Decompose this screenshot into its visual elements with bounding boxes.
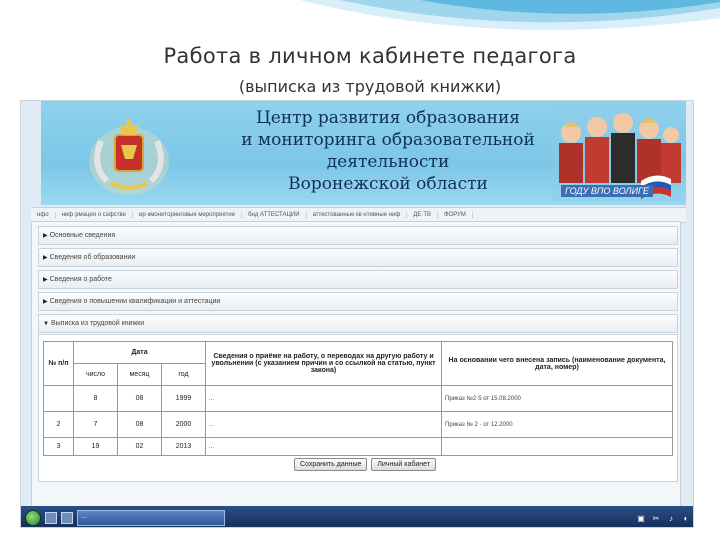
col-header-day: число — [73, 363, 118, 386]
col-header-num: № п/п — [43, 341, 74, 386]
nav-item[interactable]: ир·кмониторинговые мероприятие — [133, 212, 243, 218]
cell-basis[interactable]: Приказ № 2 · от 12.2000 — [441, 411, 673, 438]
site-banner: Центр развития образования и мониторинга… — [41, 101, 686, 205]
system-tray: ▣ ✂ ♪ ◐ — [636, 514, 691, 523]
banner-line: Воронежской области — [288, 174, 488, 194]
expand-arrow-icon: ▶ — [43, 233, 48, 239]
table-row: 3 19 02 2013 ... — [43, 437, 673, 456]
taskbar-window-button[interactable]: ... — [77, 510, 225, 526]
section-qualification[interactable]: ▶ Сведения о повышении квалификации и атт… — [38, 292, 678, 311]
col-header-month: месяц — [117, 363, 162, 386]
work-record-table: № п/п Дата Сведения о приёме на работу, … — [43, 341, 673, 456]
banner-title: Центр развития образования и мониторинга… — [203, 107, 573, 195]
col-header-basis: На основании чего внесена запись (наимен… — [441, 341, 673, 386]
section-label: Выписка из трудовой книжки — [50, 320, 145, 327]
nav-item[interactable]: ФОРУМ — [438, 212, 473, 218]
collapse-arrow-icon: ▼ — [43, 321, 49, 327]
col-header-year: год — [161, 363, 206, 386]
nav-item[interactable]: бнд АТТЕСТАЦИИ — [242, 212, 307, 218]
windows-taskbar: ... ▣ ✂ ♪ ◐ — [21, 506, 693, 527]
section-label: Сведения о повышении квалификации и атте… — [49, 298, 221, 305]
save-data-button[interactable]: Сохранить данные — [294, 458, 368, 471]
banner-line: Центр развития образования — [255, 108, 521, 128]
banner-slogan: ГОДУ ВПО ВОЛИГЕ — [561, 185, 653, 197]
expand-arrow-icon: ▶ — [43, 277, 48, 283]
quicklaunch-icon[interactable] — [61, 512, 73, 524]
tools-icon[interactable]: ✂ — [651, 514, 661, 523]
section-label: Сведения об образовании — [49, 254, 136, 261]
banner-line: и мониторинга образовательной деятельнос… — [241, 130, 535, 172]
cell-day[interactable]: 8 — [73, 385, 118, 412]
cell-num: 2 — [43, 411, 74, 438]
nav-item[interactable]: аттестованные кв нтивные ниф — [307, 212, 408, 218]
status-icon[interactable]: ◐ — [681, 514, 691, 523]
cabinet-panel: ▶ Основные сведения ▶ Сведения об образова… — [31, 221, 681, 521]
volume-icon[interactable]: ♪ — [666, 514, 676, 523]
cell-month[interactable]: 08 — [117, 385, 162, 412]
section-main-info[interactable]: ▶ Основные сведения — [38, 226, 678, 245]
cell-num — [43, 385, 74, 412]
cell-day[interactable]: 19 — [73, 437, 118, 456]
coat-of-arms-icon — [89, 119, 169, 195]
form-buttons: Сохранить данные Личный кабинет — [294, 458, 437, 471]
slide: Работа в личном кабинете педагога (выпис… — [0, 0, 720, 540]
section-label: Сведения о работе — [49, 276, 112, 283]
cell-basis[interactable]: Приказ №2·5 от 15.08.2000 — [441, 385, 673, 412]
cell-info[interactable]: ... — [205, 437, 442, 456]
section-label: Основные сведения — [49, 232, 116, 239]
slide-title: Работа в личном кабинете педагога — [163, 44, 577, 68]
col-header-date: Дата — [73, 341, 206, 364]
cell-month[interactable]: 02 — [117, 437, 162, 456]
start-button[interactable] — [25, 510, 41, 526]
cell-num: 3 — [43, 437, 74, 456]
section-work-record[interactable]: ▼ Выписка из трудовой книжки — [38, 314, 678, 333]
browser-screenshot: Центр развития образования и мониторинга… — [20, 100, 694, 528]
cell-basis[interactable] — [441, 437, 673, 456]
expand-arrow-icon: ▶ — [43, 299, 48, 305]
section-work[interactable]: ▶ Сведения о работе — [38, 270, 678, 289]
personal-cabinet-button[interactable]: Личный кабинет — [371, 458, 437, 471]
cell-year[interactable]: 1999 — [161, 385, 206, 412]
col-header-info: Сведения о приёме на работу, о переводах… — [205, 341, 442, 386]
section-education[interactable]: ▶ Сведения об образовании — [38, 248, 678, 267]
slide-subtitle: (выписка из трудовой книжки) — [238, 77, 502, 96]
network-icon[interactable]: ▣ — [636, 514, 646, 523]
table-row: 2 7 08 2000 ... Приказ № 2 · от 12.2000 — [43, 411, 673, 438]
cell-month[interactable]: 08 — [117, 411, 162, 438]
cell-day[interactable]: 7 — [73, 411, 118, 438]
nav-item[interactable]: нфо — [31, 212, 56, 218]
cell-year[interactable]: 2013 — [161, 437, 206, 456]
cell-info[interactable]: ... — [205, 411, 442, 438]
cell-year[interactable]: 2000 — [161, 411, 206, 438]
nav-item[interactable]: ниф·рмация о сэфстве — [56, 212, 133, 218]
cell-info[interactable]: ... — [205, 385, 442, 412]
table-row: 8 08 1999 ... Приказ №2·5 от 15.08.2000 — [43, 385, 673, 412]
nav-item[interactable]: ДЕ·ТВ — [407, 212, 438, 218]
quicklaunch-icon[interactable] — [45, 512, 57, 524]
expand-arrow-icon: ▶ — [43, 255, 48, 261]
